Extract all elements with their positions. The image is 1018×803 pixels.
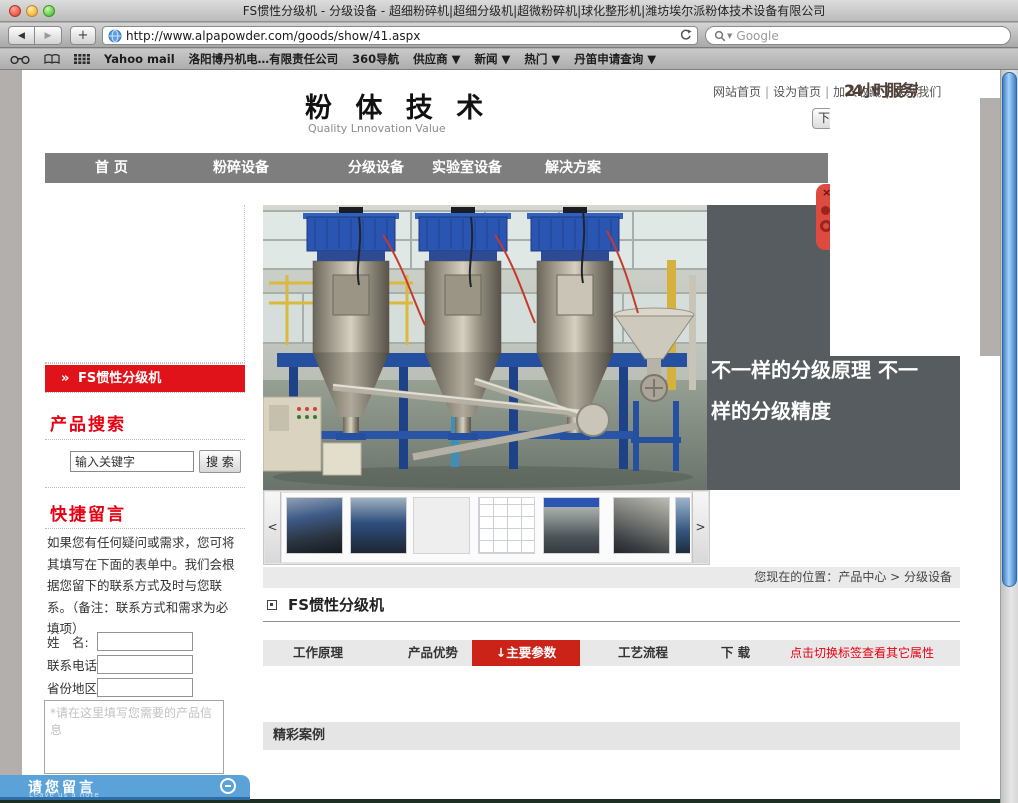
tab-process-flow[interactable]: 工艺流程	[593, 640, 693, 666]
site-slogan: Quality Lnnovation Value	[308, 122, 446, 135]
keyword-input[interactable]	[70, 451, 194, 472]
message-textarea[interactable]	[44, 700, 224, 774]
product-search-title: 产品搜索	[50, 410, 126, 435]
breadcrumb: 您现在的位置：产品中心 > 分级设备	[263, 567, 960, 588]
overlay-white-box	[830, 70, 980, 356]
link-home[interactable]: 网站首页	[713, 85, 761, 99]
tabs-hint: 点击切换标签查看其它属性	[790, 640, 934, 666]
tab-download[interactable]: 下 载	[698, 640, 773, 666]
product-thumbnail-5[interactable]	[543, 497, 600, 554]
quick-message-title: 快捷留言	[50, 500, 126, 525]
nav-item-classifying[interactable]: 分级设备	[348, 153, 404, 183]
address-bar[interactable]: http://www.alpapowder.com/goods/show/41.…	[102, 26, 698, 45]
nav-item-crushing[interactable]: 粉碎设备	[213, 153, 269, 183]
cases-section-title: 精彩案例	[263, 722, 960, 750]
tab-working-principle[interactable]: 工作原理	[263, 640, 373, 666]
link-set-homepage[interactable]: 设为首页	[773, 85, 821, 99]
product-title: FS惯性分级机	[288, 594, 384, 615]
bookmark-news-menu[interactable]: 新闻 ▼	[475, 51, 511, 67]
name-field[interactable]	[97, 632, 193, 651]
region-label: 省份地区:	[47, 681, 101, 696]
product-photo	[263, 205, 707, 490]
qq-icon	[821, 206, 830, 215]
window-title: FS惯性分级机 - 分级设备 - 超细粉碎机|超细分级机|超微粉碎机|球化整形机…	[70, 0, 998, 22]
bookmark-hot-menu[interactable]: 热门 ▼	[524, 51, 560, 67]
globe-icon	[108, 29, 122, 43]
nav-item-solutions[interactable]: 解决方案	[545, 153, 601, 183]
phone-label: 联系电话:	[47, 658, 101, 673]
url-text: http://www.alpapowder.com/goods/show/41.…	[126, 29, 679, 43]
site-logo[interactable]: 粉 体 技 术	[305, 86, 490, 125]
main-navigation: 首 页 粉碎设备 分级设备 实验室设备 解决方案	[45, 153, 828, 183]
product-thumbnail-2[interactable]	[350, 497, 407, 554]
hotline-overlap-text: 24小时服务热线	[844, 77, 918, 99]
forward-button[interactable]: ▶	[35, 26, 62, 45]
search-options-chevron-icon[interactable]: ▼	[727, 32, 732, 40]
window-close-button[interactable]	[9, 5, 21, 17]
right-grey-strip	[980, 98, 1000, 356]
collapse-icon[interactable]	[220, 778, 236, 794]
bookmark-yahoo-mail[interactable]: Yahoo mail	[104, 52, 175, 66]
product-thumbnail-6[interactable]	[613, 497, 670, 554]
scrollbar-thumb[interactable]	[1002, 72, 1017, 587]
webpage: 粉 体 技 术 Quality Lnnovation Value 网站首页|设为…	[0, 70, 1018, 803]
sidebar-current-product[interactable]: » FS惯性分级机	[45, 365, 245, 392]
nav-item-home[interactable]: 首 页	[95, 153, 128, 183]
breadcrumb-path[interactable]: 产品中心 > 分级设备	[838, 570, 952, 584]
breadcrumb-prefix: 您现在的位置：	[754, 570, 838, 584]
product-title-row: FS惯性分级机	[263, 594, 960, 620]
bookmarks-bar: Yahoo mail 洛阳博丹机电…有限责任公司 360导航 供应商 ▼ 新闻 …	[0, 49, 1018, 70]
tab-main-parameters[interactable]: ↓主要参数	[472, 640, 580, 666]
reload-icon[interactable]	[679, 29, 692, 42]
reader-glasses-icon[interactable]	[10, 54, 30, 65]
page-scrollbar[interactable]	[1000, 70, 1018, 803]
bookmark-suppliers-menu[interactable]: 供应商 ▼	[413, 51, 460, 67]
bookmark-luoyang[interactable]: 洛阳博丹机电…有限责任公司	[189, 51, 339, 67]
leave-note-bar[interactable]: 请您留言 Leave us a note	[0, 775, 250, 800]
browser-toolbar: ◀ ▶ + http://www.alpapowder.com/goods/sh…	[0, 23, 1018, 48]
top-sites-grid-icon[interactable]	[74, 53, 90, 65]
bookmark-360nav[interactable]: 360导航	[352, 51, 399, 67]
search-placeholder: Google	[736, 29, 778, 43]
section-bullet-icon	[267, 600, 277, 610]
name-label: 姓 名:	[47, 635, 89, 650]
region-field[interactable]	[97, 678, 193, 697]
bookmark-dandi-menu[interactable]: 丹笛申请查询 ▼	[574, 51, 656, 67]
sidebar-category-box	[45, 205, 245, 363]
new-tab-button[interactable]: +	[70, 26, 96, 45]
form-row-name: 姓 名:	[47, 632, 245, 652]
quick-message-intro: 如果您有任何疑问或需求，您可将其填写在下面的表单中。我们会根据您留下的联系方式及…	[47, 532, 240, 640]
product-tabs: 工作原理 产品优势 ↓主要参数 工艺流程 下 载 点击切换标签查看其它属性	[263, 640, 960, 666]
carousel-next-button[interactable]: >	[692, 492, 708, 563]
window-zoom-button[interactable]	[43, 5, 55, 17]
product-thumbnail-diagram[interactable]	[478, 497, 535, 554]
back-button[interactable]: ◀	[8, 26, 35, 45]
double-chevron-icon: »	[61, 365, 69, 392]
hero-caption: 不一样的分级原理 不一样的分级精度	[711, 350, 933, 432]
leave-note-subtitle: Leave us a note	[29, 791, 100, 799]
product-thumbnail-1[interactable]	[286, 497, 343, 554]
search-button[interactable]: 搜 索	[199, 450, 241, 473]
product-thumbnail-7[interactable]	[675, 497, 690, 554]
browser-window: FS惯性分级机 - 分级设备 - 超细粉碎机|超细分级机|超微粉碎机|球化整形机…	[0, 0, 1018, 803]
window-minimize-button[interactable]	[26, 5, 38, 17]
bookmarks-book-icon[interactable]	[44, 53, 60, 65]
form-row-phone: 联系电话:	[47, 655, 245, 675]
form-row-region: 省份地区:	[47, 678, 245, 698]
magnifier-icon	[714, 30, 726, 42]
carousel-prev-button[interactable]: <	[265, 492, 281, 563]
thumbnail-carousel: < >	[263, 490, 710, 565]
phone-field[interactable]	[97, 655, 193, 674]
search-bar[interactable]: ▼ Google	[705, 26, 1011, 45]
window-titlebar: FS惯性分级机 - 分级设备 - 超细粉碎机|超细分级机|超微粉碎机|球化整形机…	[0, 0, 1018, 22]
nav-item-lab[interactable]: 实验室设备	[432, 153, 502, 183]
product-thumbnail-3[interactable]	[413, 497, 470, 554]
